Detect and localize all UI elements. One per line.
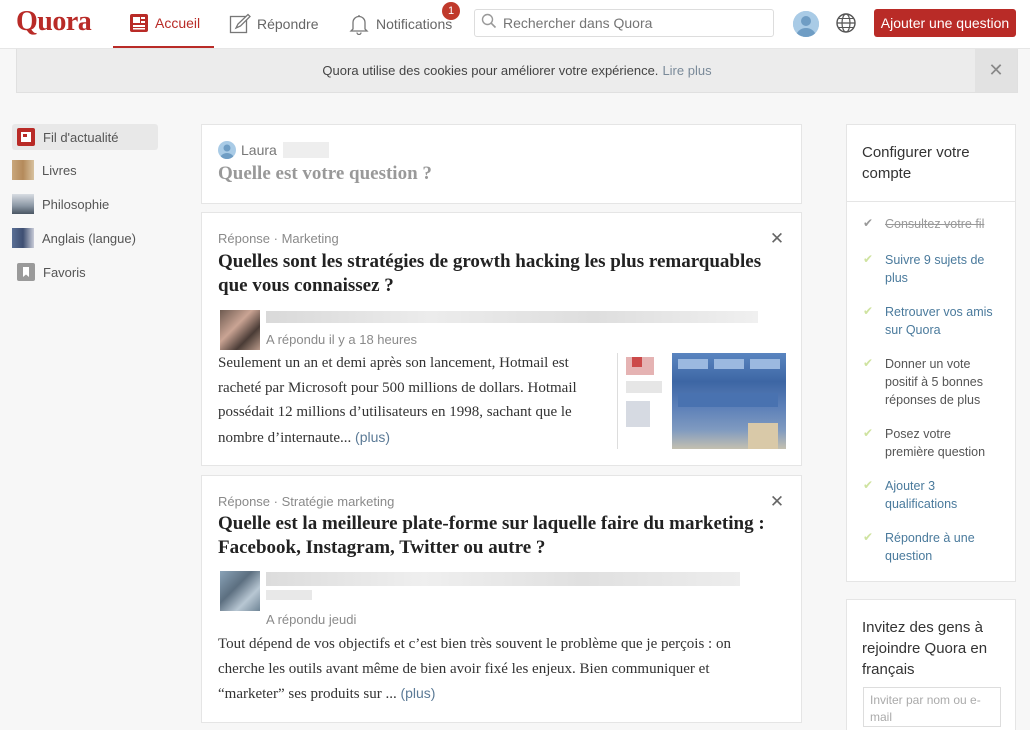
sidebar-item-label: Philosophie	[42, 196, 110, 212]
quora-logo[interactable]: Quora	[16, 6, 92, 38]
answer-excerpt-text: Tout dépend de vos objectifs et c’est bi…	[218, 636, 731, 702]
feed-icon	[129, 13, 149, 33]
ask-question-card[interactable]: Laura Quelle est votre question ?	[201, 124, 802, 204]
sidebar-item-favoris[interactable]: Favoris	[12, 259, 158, 285]
blurred-author-credential	[266, 572, 740, 586]
check-icon: ✔	[863, 356, 874, 370]
blurred-surname	[282, 142, 329, 158]
sidebar-item-livres[interactable]: Livres	[12, 157, 158, 183]
search-input[interactable]	[501, 14, 765, 32]
check-icon: ✔	[863, 304, 874, 318]
books-topic-thumbnail	[12, 160, 34, 180]
dismiss-card-button[interactable]: ✕	[769, 229, 785, 248]
feed-answer-card: Réponse · Marketing ✕ Quelles sont les s…	[201, 212, 802, 466]
dismiss-card-button[interactable]: ✕	[769, 492, 785, 511]
answer-timestamp: A répondu il y a 18 heures	[266, 332, 418, 347]
feed-answer-card: Réponse · Stratégie marketing ✕ Quelle e…	[201, 475, 802, 723]
check-icon: ✔	[863, 478, 874, 492]
divider	[847, 201, 1015, 202]
read-more-link[interactable]: (plus)	[355, 429, 390, 445]
philosophy-topic-thumbnail	[12, 194, 34, 214]
cookie-close-button[interactable]: ✕	[975, 49, 1017, 92]
answer-excerpt-text: Seulement un an et demi après son lancem…	[218, 355, 577, 446]
setup-step-label: Posez votre première question	[885, 427, 986, 459]
check-icon: ✔	[863, 216, 874, 230]
cookie-read-more-link[interactable]: Lire plus	[662, 63, 711, 78]
answer-image-thumbnail[interactable]	[617, 353, 786, 449]
top-bar: Quora Accueil Répondre Notifications 1 A…	[0, 0, 1030, 49]
answer-excerpt[interactable]: Seulement un an et demi après son lancem…	[218, 351, 613, 450]
ask-question-prompt[interactable]: Quelle est votre question ?	[218, 163, 432, 185]
close-icon: ✕	[769, 492, 785, 511]
check-icon: ✔	[863, 426, 874, 440]
author-avatar[interactable]	[220, 310, 260, 350]
sidebar-item-label: Favoris	[43, 264, 86, 280]
close-icon: ✕	[988, 60, 1004, 80]
add-question-button[interactable]: Ajouter une question	[874, 9, 1016, 37]
blurred-author-credential	[266, 590, 312, 600]
setup-step-label: Retrouver vos amis sur Quora	[885, 305, 993, 337]
bell-icon	[348, 13, 370, 35]
setup-step-label: Ajouter 3 qualifications	[885, 479, 958, 511]
sidebar-item-label: Livres	[42, 162, 77, 178]
sidebar-item-label: Fil d'actualité	[43, 129, 119, 145]
setup-step-label: Consultez votre fil	[885, 217, 985, 231]
setup-account-card: Configurer votre compte ✔ Consultez votr…	[846, 124, 1016, 582]
english-topic-thumbnail	[12, 228, 34, 248]
notification-badge: 1	[442, 2, 460, 20]
sidebar-item-feed[interactable]: Fil d'actualité	[12, 124, 158, 150]
invite-input[interactable]: Inviter par nom ou e-mail	[863, 687, 1001, 727]
question-title[interactable]: Quelles sont les stratégies de growth ha…	[218, 250, 778, 298]
bookmark-icon	[17, 263, 35, 281]
nav-repondre-label: Répondre	[257, 16, 319, 32]
cookie-text: Quora utilise des cookies pour améliorer…	[322, 63, 659, 78]
invite-title: Invitez des gens à rejoindre Quora en fr…	[862, 619, 988, 678]
ask-user: Laura	[218, 141, 329, 159]
nav-notifications[interactable]: Notifications 1	[348, 0, 460, 48]
feed-icon	[17, 128, 35, 146]
sidebar-item-label: Anglais (langue)	[42, 230, 136, 246]
invite-card: Invitez des gens à rejoindre Quora en fr…	[846, 599, 1016, 730]
answer-meta[interactable]: Réponse · Marketing	[218, 231, 339, 246]
pencil-icon	[229, 13, 251, 35]
blurred-author-credential	[266, 311, 758, 323]
user-avatar[interactable]	[793, 11, 819, 37]
author-avatar[interactable]	[220, 571, 260, 611]
nav-notifications-label: Notifications	[376, 16, 453, 32]
answer-meta[interactable]: Réponse · Stratégie marketing	[218, 494, 394, 509]
ask-user-name: Laura	[241, 142, 277, 158]
setup-step-label: Suivre 9 sujets de plus	[885, 253, 985, 285]
setup-step-label: Répondre à une question	[885, 531, 975, 563]
setup-title: Configurer votre compte	[862, 144, 970, 182]
search-box[interactable]	[474, 9, 774, 37]
close-icon: ✕	[769, 229, 785, 248]
globe-icon[interactable]	[835, 12, 857, 39]
answer-excerpt[interactable]: Tout dépend de vos objectifs et c’est bi…	[218, 632, 778, 707]
read-more-link[interactable]: (plus)	[400, 685, 435, 701]
sidebar-item-anglais[interactable]: Anglais (langue)	[12, 225, 158, 251]
answer-timestamp: A répondu jeudi	[266, 612, 357, 627]
user-avatar-small	[218, 141, 236, 159]
nav-accueil[interactable]: Accueil	[113, 0, 214, 48]
cookie-banner: Quora utilise des cookies pour améliorer…	[16, 49, 1018, 93]
check-icon: ✔	[863, 252, 874, 266]
search-icon	[481, 13, 497, 34]
check-icon: ✔	[863, 530, 874, 544]
nav-repondre[interactable]: Répondre	[229, 0, 319, 48]
setup-step-label: Donner un vote positif à 5 bonnes répons…	[885, 357, 983, 407]
question-title[interactable]: Quelle est la meilleure plate-forme sur …	[218, 512, 778, 560]
sidebar-item-philosophie[interactable]: Philosophie	[12, 191, 158, 217]
nav-accueil-label: Accueil	[155, 15, 201, 31]
